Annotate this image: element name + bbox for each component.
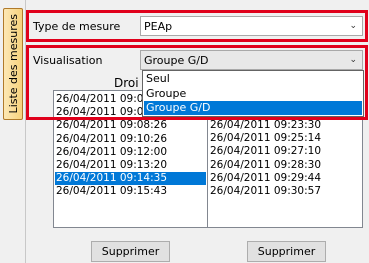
delete-right-button[interactable]: Supprimer (247, 241, 326, 262)
measures-panel: Type de mesure PEAp ⌄ Visualisation Grou… (26, 0, 369, 263)
tab-liste-des-mesures[interactable]: Liste des mesures (3, 8, 23, 120)
list-item[interactable]: 26/04/2011 09:14:35 (55, 172, 206, 186)
measure-type-select[interactable]: PEAp ⌄ (140, 16, 363, 36)
list-item[interactable]: 26/04/2011 09:30:57 (209, 185, 361, 198)
list-item[interactable]: 26/04/2011 09:27:10 (209, 145, 361, 158)
chevron-down-icon: ⌄ (349, 21, 357, 31)
list-item[interactable]: 26/04/2011 09:28:30 (209, 159, 361, 172)
visualisation-highlight (26, 45, 368, 120)
list-item[interactable]: 26/04/2011 09:13:20 (55, 159, 206, 172)
measure-type-label: Type de mesure (33, 20, 121, 33)
list-item[interactable]: 26/04/2011 09:08:26 (55, 119, 206, 132)
list-item[interactable]: 26/04/2011 09:29:44 (209, 172, 361, 185)
list-item[interactable]: 26/04/2011 09:25:14 (209, 132, 361, 145)
list-item[interactable]: 26/04/2011 09:10:26 (55, 133, 206, 146)
list-item[interactable]: 26/04/2011 09:15:43 (55, 185, 206, 198)
list-item[interactable]: 26/04/2011 09:12:00 (55, 146, 206, 159)
delete-left-button[interactable]: Supprimer (91, 241, 170, 262)
list-item[interactable]: 26/04/2011 09:23:30 (209, 119, 361, 132)
measure-type-value: PEAp (144, 20, 173, 33)
tab-liste-des-mesures-label: Liste des mesures (6, 14, 20, 114)
